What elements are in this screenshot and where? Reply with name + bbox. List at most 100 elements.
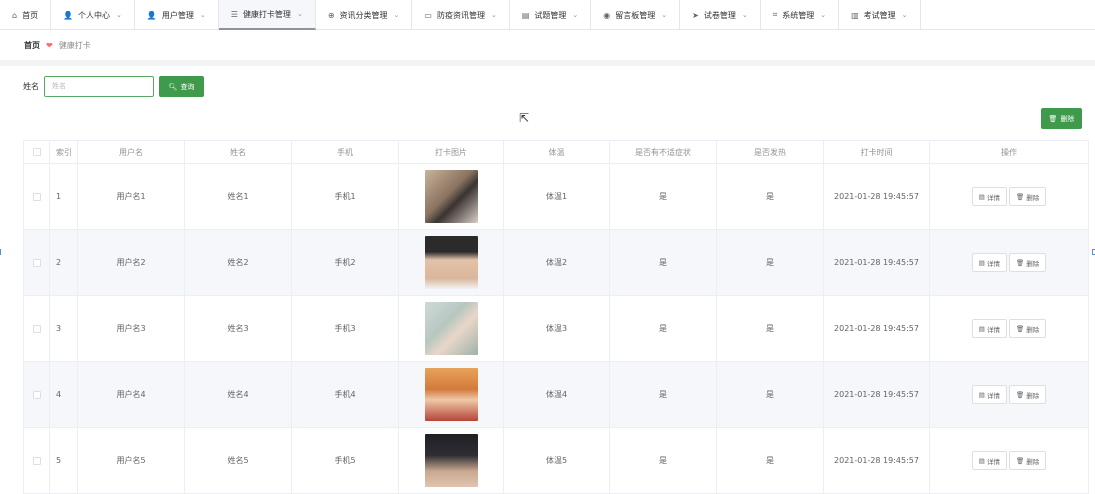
nav-item-8[interactable]: ➤ 试卷管理 ⌄ bbox=[680, 0, 761, 30]
column-header: 是否发热 bbox=[716, 140, 824, 164]
column-header: 操作 bbox=[929, 140, 1089, 164]
delete-button[interactable]: 🗑 删除 bbox=[1008, 385, 1047, 404]
checkin-photo[interactable] bbox=[424, 434, 478, 487]
window-resize-handle-left[interactable] bbox=[0, 249, 1, 255]
nav-icon: 👤 bbox=[146, 10, 157, 20]
column-header: 姓名 bbox=[184, 140, 292, 164]
cell-time: 2021-01-28 19:45:57 bbox=[823, 229, 930, 296]
nav-icon: ▤ bbox=[521, 10, 530, 20]
delete-button[interactable]: 🗑 删除 bbox=[1008, 319, 1047, 338]
nav-item-2[interactable]: 👤 用户管理 ⌄ bbox=[135, 0, 219, 30]
nav-item-10[interactable]: ▥ 考试管理 ⌄ bbox=[839, 0, 921, 30]
nav-item-label: 试题管理 bbox=[534, 10, 567, 20]
column-header: 手机 bbox=[291, 140, 399, 164]
row-checkbox[interactable] bbox=[32, 324, 41, 333]
row-checkbox[interactable] bbox=[32, 258, 41, 267]
cell-name: 姓名5 bbox=[184, 427, 292, 494]
checkin-photo[interactable] bbox=[424, 236, 478, 289]
bulk-delete-label: 删除 bbox=[1060, 115, 1075, 123]
mouse-cursor-icon: ⇱ bbox=[519, 111, 530, 125]
cell-username: 用户名5 bbox=[77, 427, 185, 494]
checkin-photo[interactable] bbox=[424, 170, 478, 223]
checkin-photo[interactable] bbox=[424, 368, 478, 421]
document-icon: ▤ bbox=[978, 192, 985, 201]
cell-phone: 手机1 bbox=[291, 163, 399, 230]
nav-item-9[interactable]: ⌗ 系统管理 ⌄ bbox=[761, 0, 840, 30]
delete-label: 删除 bbox=[1026, 325, 1040, 334]
search-button[interactable]: 🔍︎ 查询 bbox=[159, 76, 204, 97]
column-header: 打卡图片 bbox=[398, 140, 504, 164]
nav-item-7[interactable]: ◉ 留言板管理 ⌄ bbox=[591, 0, 681, 30]
nav-icon: ➤ bbox=[692, 10, 699, 20]
detail-button[interactable]: ▤ 详情 bbox=[971, 187, 1007, 206]
column-header: 是否有不适症状 bbox=[609, 140, 717, 164]
cell-name: 姓名4 bbox=[184, 361, 292, 428]
cell-index: 4 bbox=[49, 361, 78, 428]
detail-button[interactable]: ▤ 详情 bbox=[971, 253, 1007, 272]
cell-photo bbox=[398, 427, 504, 494]
chevron-down-icon: ⌄ bbox=[572, 11, 579, 19]
cell-symptom: 是 bbox=[609, 163, 717, 230]
document-icon: ▤ bbox=[978, 390, 985, 399]
cell-actions: ▤ 详情 🗑 删除 bbox=[929, 229, 1089, 296]
cell-name: 姓名3 bbox=[184, 295, 292, 362]
trash-icon: 🗑 bbox=[1015, 390, 1025, 399]
nav-item-label: 留言板管理 bbox=[615, 10, 656, 20]
row-checkbox[interactable] bbox=[32, 390, 41, 399]
chevron-down-icon: ⌄ bbox=[393, 11, 400, 19]
delete-button[interactable]: 🗑 删除 bbox=[1008, 451, 1047, 470]
delete-button[interactable]: 🗑 删除 bbox=[1008, 253, 1047, 272]
detail-button[interactable]: ▤ 详情 bbox=[971, 319, 1007, 338]
cell-time: 2021-01-28 19:45:57 bbox=[823, 163, 930, 230]
nav-item-label: 考试管理 bbox=[863, 10, 896, 20]
delete-button[interactable]: 🗑 删除 bbox=[1008, 187, 1047, 206]
cell-index: 1 bbox=[49, 163, 78, 230]
delete-label: 删除 bbox=[1026, 391, 1040, 400]
cell-temperature: 体温1 bbox=[503, 163, 610, 230]
delete-label: 删除 bbox=[1026, 193, 1040, 202]
nav-item-3[interactable]: ☰ 健康打卡管理 ⌄ bbox=[218, 0, 316, 30]
nav-item-6[interactable]: ▤ 试题管理 ⌄ bbox=[510, 0, 592, 30]
select-all-checkbox-cell[interactable] bbox=[23, 140, 50, 164]
select-all-checkbox[interactable] bbox=[32, 148, 41, 156]
breadcrumb-home[interactable]: 首页 bbox=[24, 40, 40, 51]
delete-label: 删除 bbox=[1026, 259, 1040, 268]
nav-icon: ☰ bbox=[230, 9, 238, 19]
name-search-input[interactable] bbox=[44, 76, 154, 97]
row-checkbox[interactable] bbox=[32, 192, 41, 201]
trash-icon: 🗑 bbox=[1015, 456, 1025, 465]
table-row: 3 用户名3 姓名3 手机3 体温3 是是 2021-01-28 19:45:57 ▤ 详情 🗑 删… bbox=[23, 295, 1089, 362]
detail-button[interactable]: ▤ 详情 bbox=[971, 451, 1007, 470]
detail-button[interactable]: ▤ 详情 bbox=[971, 385, 1007, 404]
cell-index: 3 bbox=[49, 295, 78, 362]
row-checkbox[interactable] bbox=[32, 456, 41, 465]
table-row: 4 用户名4 姓名4 手机4 体温4 是是 2021-01-28 19:45:57 ▤ 详情 🗑 删… bbox=[23, 361, 1089, 428]
nav-icon: ▥ bbox=[851, 10, 859, 20]
table-header-row: 索引 用户名 姓名 手机 打卡图片 体温 是否有不适症状 是否发热 打卡时间 操作 bbox=[23, 140, 1089, 164]
nav-icon: 👤 bbox=[63, 10, 74, 20]
cell-time: 2021-01-28 19:45:57 bbox=[823, 295, 930, 362]
bulk-delete-button[interactable]: 🗑 删除 bbox=[1041, 108, 1082, 129]
nav-item-5[interactable]: ▭ 防疫资讯管理 ⌄ bbox=[412, 0, 510, 30]
checkin-photo[interactable] bbox=[424, 302, 478, 355]
nav-item-0[interactable]: ⌂ 首页 bbox=[0, 0, 52, 30]
nav-item-1[interactable]: 👤 个人中心 ⌄ bbox=[51, 0, 135, 30]
cell-photo bbox=[398, 163, 504, 230]
cell-photo bbox=[398, 229, 504, 296]
nav-item-label: 健康打卡管理 bbox=[242, 9, 291, 19]
table-row: 5 用户名5 姓名5 手机5 体温5 是是 2021-01-28 19:45:57 ▤ 详情 🗑 删… bbox=[23, 427, 1089, 494]
detail-label: 详情 bbox=[986, 259, 1000, 268]
search-icon: 🔍︎ bbox=[168, 83, 178, 91]
cell-time: 2021-01-28 19:45:57 bbox=[823, 427, 930, 494]
row-checkbox-cell bbox=[23, 163, 50, 230]
table-row: 2 用户名2 姓名2 手机2 体温2 是是 2021-01-28 19:45:57 ▤ 详情 🗑 删… bbox=[23, 229, 1089, 296]
cell-symptom: 是 bbox=[609, 361, 717, 428]
cell-fever: 是 bbox=[716, 295, 824, 362]
nav-item-4[interactable]: ⊕ 资讯分类管理 ⌄ bbox=[316, 0, 413, 30]
nav-icon: ⌂ bbox=[12, 10, 18, 20]
detail-label: 详情 bbox=[986, 457, 1000, 466]
trash-icon: 🗑 bbox=[1015, 324, 1025, 333]
trash-icon: 🗑 bbox=[1015, 258, 1025, 267]
chevron-down-icon: ⌄ bbox=[296, 10, 303, 18]
chevron-down-icon: ⌄ bbox=[116, 11, 122, 19]
